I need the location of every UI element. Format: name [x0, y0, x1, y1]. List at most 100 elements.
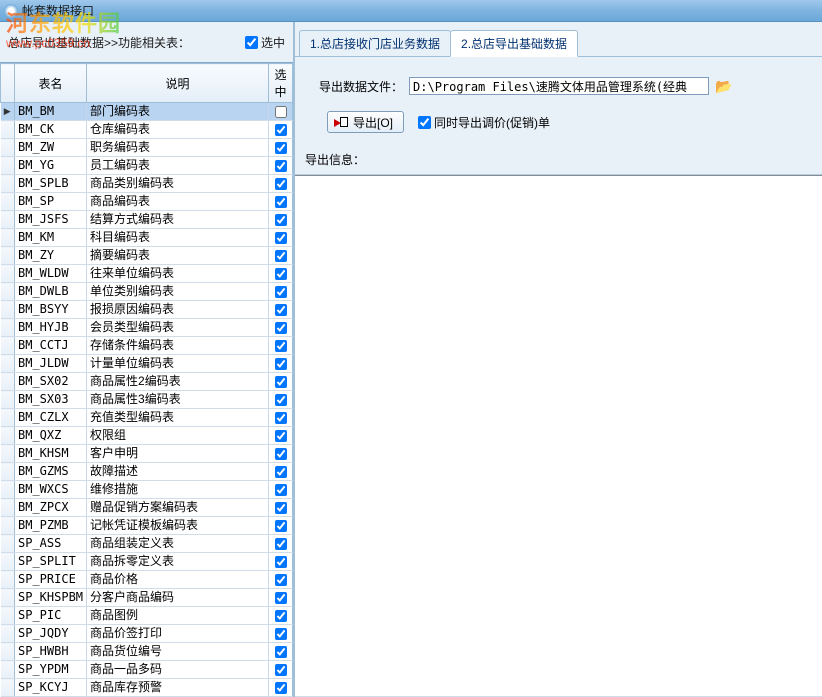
table-row[interactable]: BM_HYJB会员类型编码表	[1, 319, 293, 337]
col-name[interactable]: 表名	[15, 64, 87, 103]
table-row[interactable]: BM_ZPCX赠品促销方案编码表	[1, 499, 293, 517]
table-row[interactable]: SP_ASS商品组装定义表	[1, 535, 293, 553]
browse-folder-icon[interactable]: 📂	[715, 78, 733, 95]
row-marker	[1, 337, 15, 355]
row-marker	[1, 481, 15, 499]
table-row[interactable]: BM_BSYY报损原因编码表	[1, 301, 293, 319]
row-checkbox[interactable]	[275, 196, 287, 208]
row-checkbox[interactable]	[275, 142, 287, 154]
row-desc: 商品属性3编码表	[87, 391, 269, 409]
table-row[interactable]: BM_ZW职务编码表	[1, 139, 293, 157]
row-checkbox[interactable]	[275, 538, 287, 550]
row-desc: 故障描述	[87, 463, 269, 481]
table-row[interactable]: BM_CCTJ存储条件编码表	[1, 337, 293, 355]
row-checkbox[interactable]	[275, 592, 287, 604]
table-row[interactable]: BM_SPLB商品类别编码表	[1, 175, 293, 193]
table-row[interactable]: SP_PIC商品图例	[1, 607, 293, 625]
table-row[interactable]: BM_SX03商品属性3编码表	[1, 391, 293, 409]
row-checkbox[interactable]	[275, 394, 287, 406]
table-row[interactable]: SP_KHSPBM分客户商品编码	[1, 589, 293, 607]
table-row[interactable]: BM_CZLX充值类型编码表	[1, 409, 293, 427]
row-checkbox[interactable]	[275, 304, 287, 316]
row-desc: 报损原因编码表	[87, 301, 269, 319]
row-checkbox[interactable]	[275, 556, 287, 568]
row-checkbox[interactable]	[275, 232, 287, 244]
select-all-control[interactable]: 选中	[245, 34, 285, 51]
table-row[interactable]: BM_PZMB记帐凭证模板编码表	[1, 517, 293, 535]
row-checkbox[interactable]	[275, 268, 287, 280]
table-row[interactable]: BM_KM科目编码表	[1, 229, 293, 247]
table-row[interactable]: SP_YPDM商品一品多码	[1, 661, 293, 679]
titlebar: 帐套数据接口	[0, 0, 822, 22]
table-row[interactable]: SP_SPLIT商品拆零定义表	[1, 553, 293, 571]
row-marker	[1, 319, 15, 337]
row-checkbox[interactable]	[275, 376, 287, 388]
row-checkbox[interactable]	[275, 664, 287, 676]
tables-grid[interactable]: 表名 说明 选中 ▶BM_BM部门编码表BM_CK仓库编码表BM_ZW职务编码表…	[0, 63, 293, 697]
row-checkbox[interactable]	[275, 682, 287, 694]
table-row[interactable]: ▶BM_BM部门编码表	[1, 103, 293, 121]
table-row[interactable]: BM_SP商品编码表	[1, 193, 293, 211]
select-all-checkbox[interactable]	[245, 36, 258, 49]
row-code: SP_KCYJ	[15, 679, 87, 697]
row-checkbox[interactable]	[275, 646, 287, 658]
concurrent-export-control[interactable]: 同时导出调价(促销)单	[418, 114, 550, 131]
row-checkbox[interactable]	[275, 412, 287, 424]
row-checkbox[interactable]	[275, 106, 287, 118]
row-checkbox[interactable]	[275, 214, 287, 226]
table-row[interactable]: BM_JLDW计量单位编码表	[1, 355, 293, 373]
row-checkbox[interactable]	[275, 502, 287, 514]
table-row[interactable]: BM_WXCS维修措施	[1, 481, 293, 499]
row-marker: ▶	[1, 103, 15, 121]
row-checkbox[interactable]	[275, 574, 287, 586]
row-marker	[1, 607, 15, 625]
row-checkbox[interactable]	[275, 448, 287, 460]
col-desc[interactable]: 说明	[87, 64, 269, 103]
row-checkbox[interactable]	[275, 610, 287, 622]
row-desc: 商品价签打印	[87, 625, 269, 643]
row-checkbox[interactable]	[275, 430, 287, 442]
table-row[interactable]: SP_JQDY商品价签打印	[1, 625, 293, 643]
table-row[interactable]: SP_PRICE商品价格	[1, 571, 293, 589]
row-checkbox[interactable]	[275, 250, 287, 262]
table-row[interactable]: BM_JSFS结算方式编码表	[1, 211, 293, 229]
table-row[interactable]: BM_SX02商品属性2编码表	[1, 373, 293, 391]
row-checkbox[interactable]	[275, 628, 287, 640]
tab-receive[interactable]: 1.总店接收门店业务数据	[299, 30, 451, 56]
table-row[interactable]: BM_YG员工编码表	[1, 157, 293, 175]
row-code: BM_BM	[15, 103, 87, 121]
row-code: BM_ZY	[15, 247, 87, 265]
row-marker	[1, 265, 15, 283]
row-desc: 单位类别编码表	[87, 283, 269, 301]
table-row[interactable]: BM_ZY摘要编码表	[1, 247, 293, 265]
row-checkbox[interactable]	[275, 466, 287, 478]
export-button[interactable]: 导出[O]	[327, 111, 404, 133]
table-row[interactable]: SP_KCYJ商品库存预警	[1, 679, 293, 697]
table-row[interactable]: BM_QXZ权限组	[1, 427, 293, 445]
table-row[interactable]: SP_HWBH商品货位编号	[1, 643, 293, 661]
row-checkbox[interactable]	[275, 160, 287, 172]
col-sel[interactable]: 选中	[269, 64, 293, 103]
table-row[interactable]: BM_DWLB单位类别编码表	[1, 283, 293, 301]
row-marker	[1, 625, 15, 643]
table-row[interactable]: BM_CK仓库编码表	[1, 121, 293, 139]
row-checkbox[interactable]	[275, 124, 287, 136]
table-row[interactable]: BM_WLDW往来单位编码表	[1, 265, 293, 283]
row-checkbox[interactable]	[275, 286, 287, 298]
export-file-input[interactable]	[409, 77, 709, 95]
row-marker	[1, 679, 15, 697]
row-checkbox[interactable]	[275, 322, 287, 334]
row-checkbox[interactable]	[275, 358, 287, 370]
row-checkbox[interactable]	[275, 178, 287, 190]
concurrent-export-checkbox[interactable]	[418, 116, 431, 129]
row-checkbox[interactable]	[275, 520, 287, 532]
row-checkbox[interactable]	[275, 340, 287, 352]
table-row[interactable]: BM_GZMS故障描述	[1, 463, 293, 481]
table-row[interactable]: BM_KHSM客户申明	[1, 445, 293, 463]
row-code: BM_PZMB	[15, 517, 87, 535]
row-marker	[1, 589, 15, 607]
row-code: BM_JLDW	[15, 355, 87, 373]
window-title: 帐套数据接口	[22, 2, 94, 19]
tab-export[interactable]: 2.总店导出基础数据	[450, 30, 578, 57]
row-checkbox[interactable]	[275, 484, 287, 496]
